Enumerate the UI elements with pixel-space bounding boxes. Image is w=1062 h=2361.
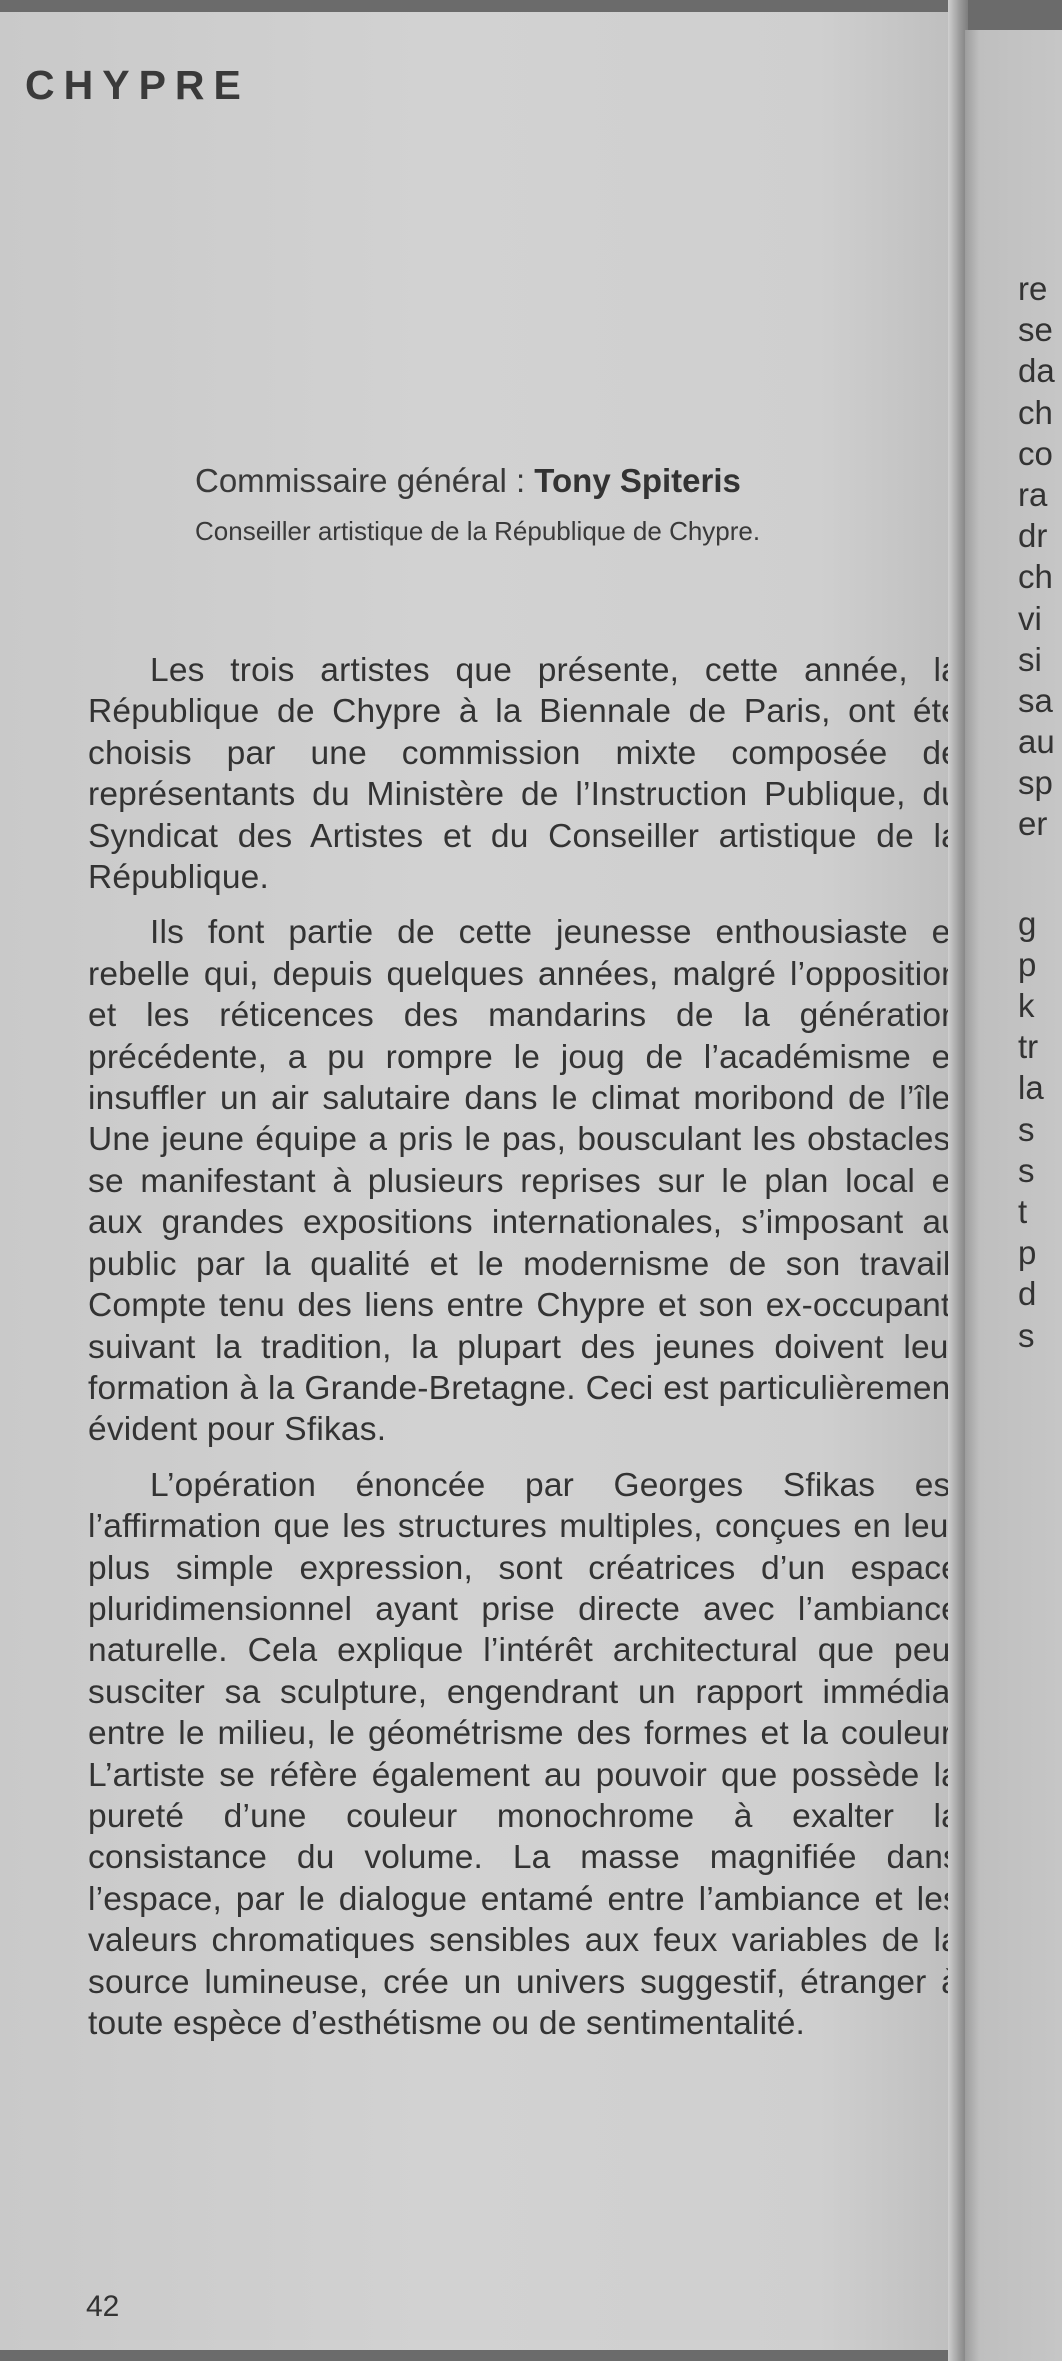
fragment-group-1: re se da ch co ra dr ch vi si sa au sp e… [1018, 268, 1055, 845]
fragment-line: s [1018, 1110, 1035, 1148]
fragment-line: vi [1018, 599, 1042, 637]
fragment-line: p [1018, 1234, 1037, 1272]
fragment-line: k [1018, 987, 1035, 1024]
fragment-line: au [1018, 723, 1055, 761]
commissioner-role: Conseiller artistique de la République d… [195, 516, 761, 546]
fragment-line: tr [1018, 1028, 1039, 1066]
article-body: Les trois artistes que présente, cette a… [88, 650, 960, 2058]
fragment-line: da [1018, 352, 1055, 390]
commissioner-label: Commissaire général : [195, 462, 526, 499]
section-header: CHYPRE [25, 62, 250, 108]
fragment-line: s [1018, 1316, 1035, 1354]
fragment-line: d [1018, 1275, 1037, 1313]
fragment-line: p [1018, 945, 1037, 983]
fragment-line: la [1018, 1069, 1044, 1107]
fragment-line: co [1018, 434, 1053, 472]
commissioner-line: Commissaire général : Tony Spiteris [195, 462, 955, 500]
paragraph-2: Ils font partie de cette jeunesse enthou… [88, 914, 960, 1449]
fragment-line: se [1018, 311, 1053, 349]
commissioner-name: Tony Spiteris [534, 462, 741, 499]
fragment-line: dr [1018, 517, 1048, 555]
fragment-spacer [1018, 845, 1055, 903]
paragraph-3: L’opération énoncée par Georges Sfikas e… [88, 1466, 960, 2042]
fragment-line: t [1018, 1192, 1028, 1230]
fragment-line: er [1018, 805, 1048, 843]
fragment-line: si [1018, 640, 1042, 678]
fragment-line: ra [1018, 475, 1048, 513]
fragment-line: sa [1018, 681, 1053, 719]
fragment-line: ch [1018, 558, 1053, 596]
fragment-line: sp [1018, 764, 1053, 802]
page-number: 42 [86, 2290, 120, 2323]
fragment-group-2: g p k tr la s s t p d s [1018, 903, 1055, 1356]
facing-page-text-fragments: re se da ch co ra dr ch vi si sa au sp e… [1018, 268, 1055, 1356]
paragraph-1: Les trois artistes que présente, cette a… [88, 652, 960, 897]
fragment-line: ch [1018, 393, 1053, 431]
left-page: CHYPRE Commissaire général : Tony Spiter… [0, 12, 965, 2350]
fragment-line: re [1018, 270, 1048, 307]
fragment-line: s [1018, 1151, 1035, 1189]
fragment-line: g [1018, 904, 1037, 942]
